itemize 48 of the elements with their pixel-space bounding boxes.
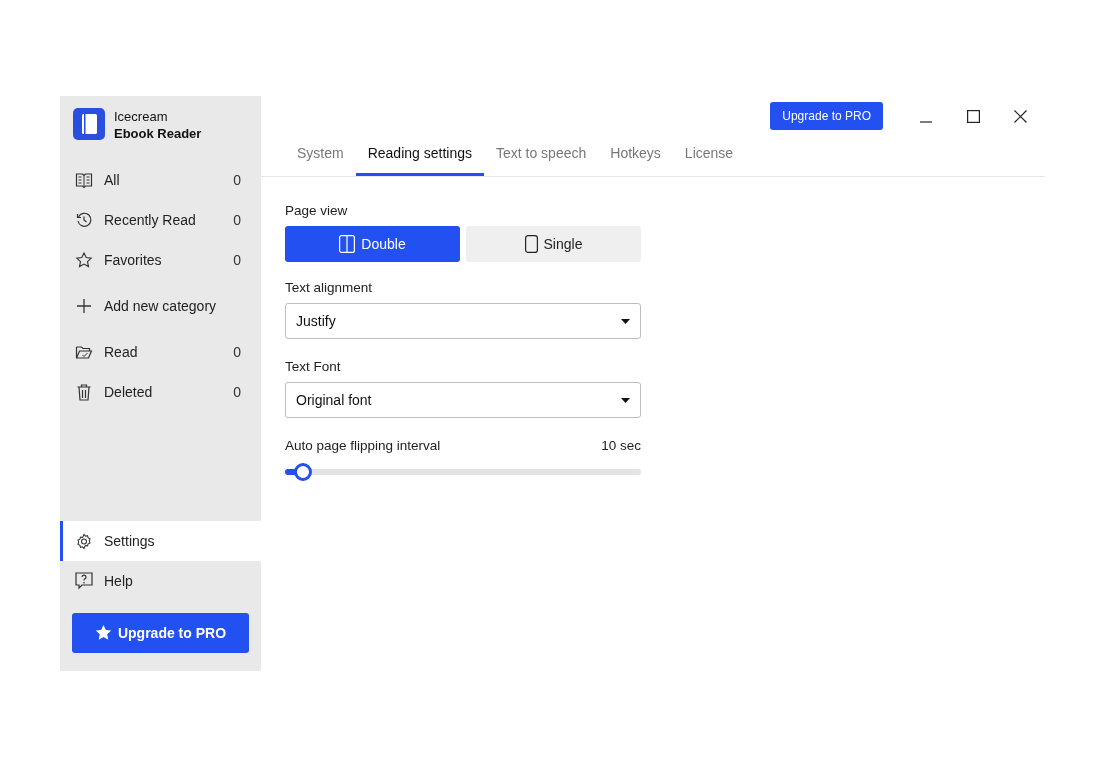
book-icon: [75, 172, 93, 188]
tab[interactable]: License: [672, 136, 746, 176]
item-count: 0: [233, 384, 241, 400]
star-icon: [94, 625, 112, 641]
sidebar-item[interactable]: All 0: [60, 160, 261, 200]
sidebar-item[interactable]: Settings: [60, 521, 261, 561]
tab[interactable]: System: [285, 136, 356, 176]
sidebar-item[interactable]: Recently Read 0: [60, 200, 261, 240]
field-label: Page view: [285, 203, 349, 218]
history-icon: [75, 212, 93, 228]
app-name: Icecream: [114, 108, 169, 125]
field-label: Text alignment: [285, 280, 374, 295]
book-icon: [73, 108, 105, 140]
single-page-icon: [524, 235, 538, 253]
double-page-icon: [339, 235, 356, 253]
help-icon: [75, 572, 93, 590]
font-dropdown[interactable]: Original font: [285, 382, 641, 418]
settings-icon: [75, 532, 93, 550]
app-name: Ebook Reader: [114, 125, 202, 142]
sidebar-item[interactable]: Favorites 0: [60, 240, 261, 280]
sidebar-item[interactable]: Read 0: [60, 332, 261, 372]
field-label: Text Font: [285, 359, 342, 374]
item-count: 0: [233, 252, 241, 268]
slider-thumb[interactable]: [293, 463, 312, 481]
caret-icon: [621, 318, 630, 324]
plus-icon: [75, 298, 93, 314]
tab[interactable]: Text to speech: [484, 136, 599, 176]
upgrade-button[interactable]: Upgrade to PRO: [72, 613, 249, 653]
tab[interactable]: Hotkeys: [598, 136, 673, 176]
item-count: 0: [233, 172, 241, 188]
page-view-option[interactable]: Double: [285, 226, 460, 262]
tab[interactable]: Reading settings: [355, 136, 484, 176]
sidebar-item[interactable]: Deleted 0: [60, 372, 261, 412]
page-view-option[interactable]: Single: [466, 226, 641, 262]
upgrade-button[interactable]: Upgrade to PRO: [770, 102, 883, 130]
interval-reading: 10 sec: [601, 438, 641, 453]
caret-icon: [621, 397, 630, 403]
item-count: 0: [233, 212, 241, 228]
folder-icon: [75, 344, 93, 360]
star-icon: [75, 252, 93, 268]
sidebar-item[interactable]: Help: [60, 561, 261, 601]
alignment-dropdown[interactable]: Justify: [285, 303, 641, 339]
field-label: Auto page flipping interval: [285, 438, 441, 453]
maximize-icon[interactable]: [967, 109, 980, 123]
item-count: 0: [233, 344, 241, 360]
close-icon[interactable]: [1014, 109, 1027, 123]
trash-icon: [75, 383, 93, 401]
sidebar-item[interactable]: Add new category: [60, 280, 261, 332]
